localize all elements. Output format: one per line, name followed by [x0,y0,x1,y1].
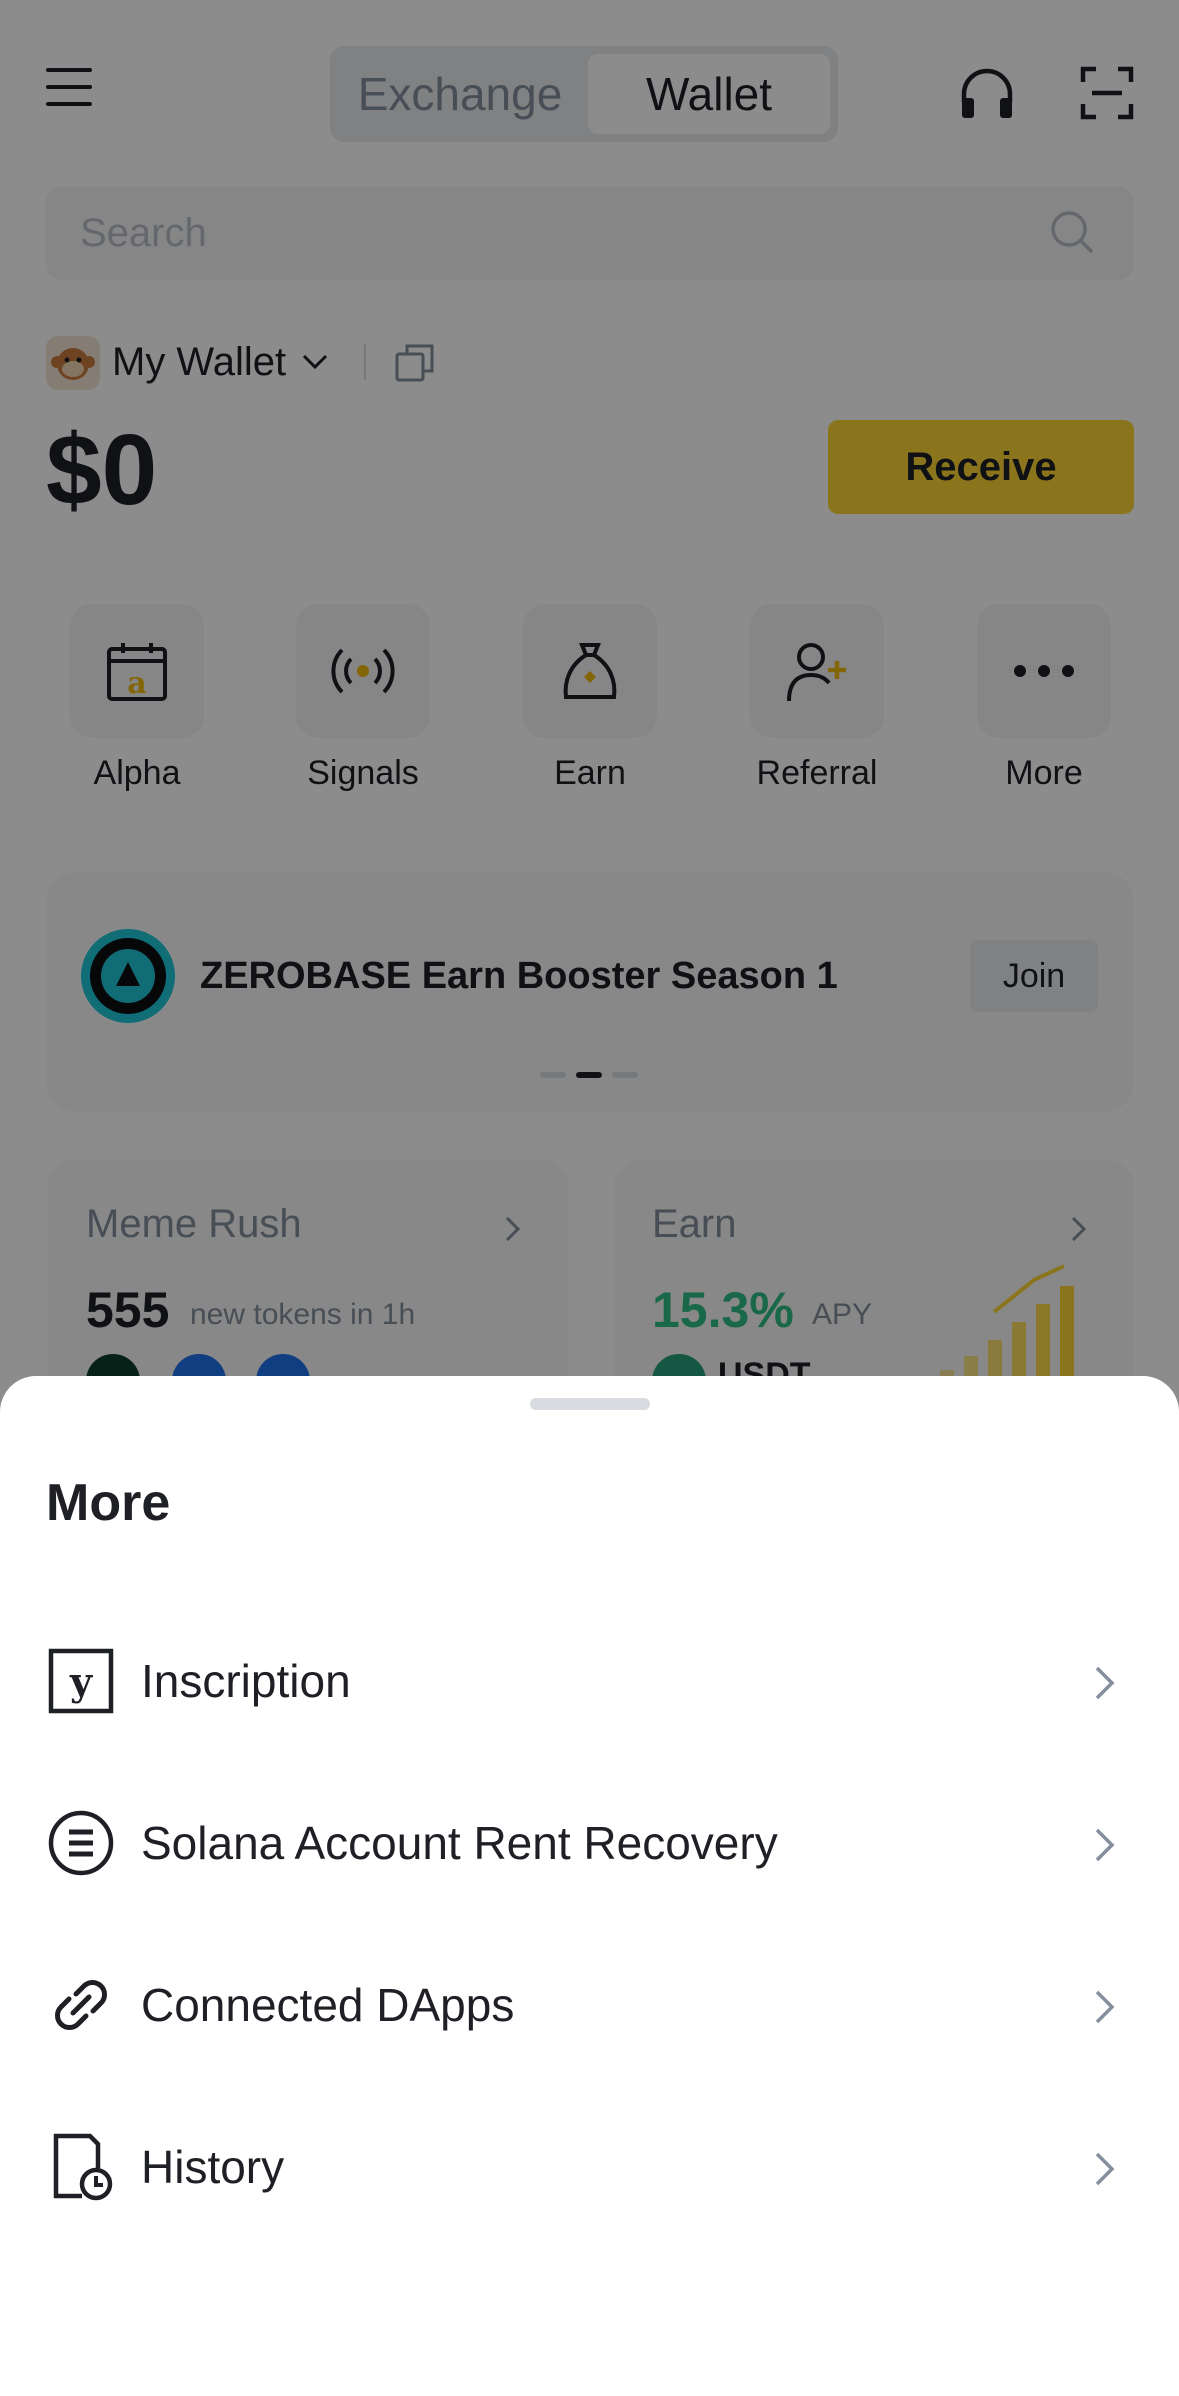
sheet-item-solana-rent-recovery[interactable]: Solana Account Rent Recovery [0,1765,1179,1915]
chevron-right-icon [1095,1990,1115,2024]
sheet-title: More [46,1474,171,1532]
sheet-item-label: History [141,2141,285,2193]
sheet-item-inscription[interactable]: y Inscription [0,1603,1179,1753]
chevron-right-icon [1095,2152,1115,2186]
inscription-icon: y [48,1648,114,1714]
chevron-right-icon [1095,1666,1115,1700]
sheet-drag-handle[interactable] [530,1398,650,1410]
wallet-screen: Exchange Wallet My Wallet [0,0,1179,2396]
sheet-item-history[interactable]: History [0,2089,1179,2239]
sheet-item-label: Solana Account Rent Recovery [141,1817,778,1869]
sheet-item-label: Inscription [141,1655,351,1707]
history-icon [53,2133,113,2201]
chevron-right-icon [1095,1828,1115,1862]
solana-icon [48,1810,114,1876]
sheet-item-label: Connected DApps [141,1979,515,2031]
sheet-item-connected-dapps[interactable]: Connected DApps [0,1927,1179,2077]
link-icon [55,1980,107,2030]
more-bottom-sheet: More y Inscription Solana Account Rent R… [0,1376,1179,2396]
svg-text:y: y [69,1659,93,1704]
